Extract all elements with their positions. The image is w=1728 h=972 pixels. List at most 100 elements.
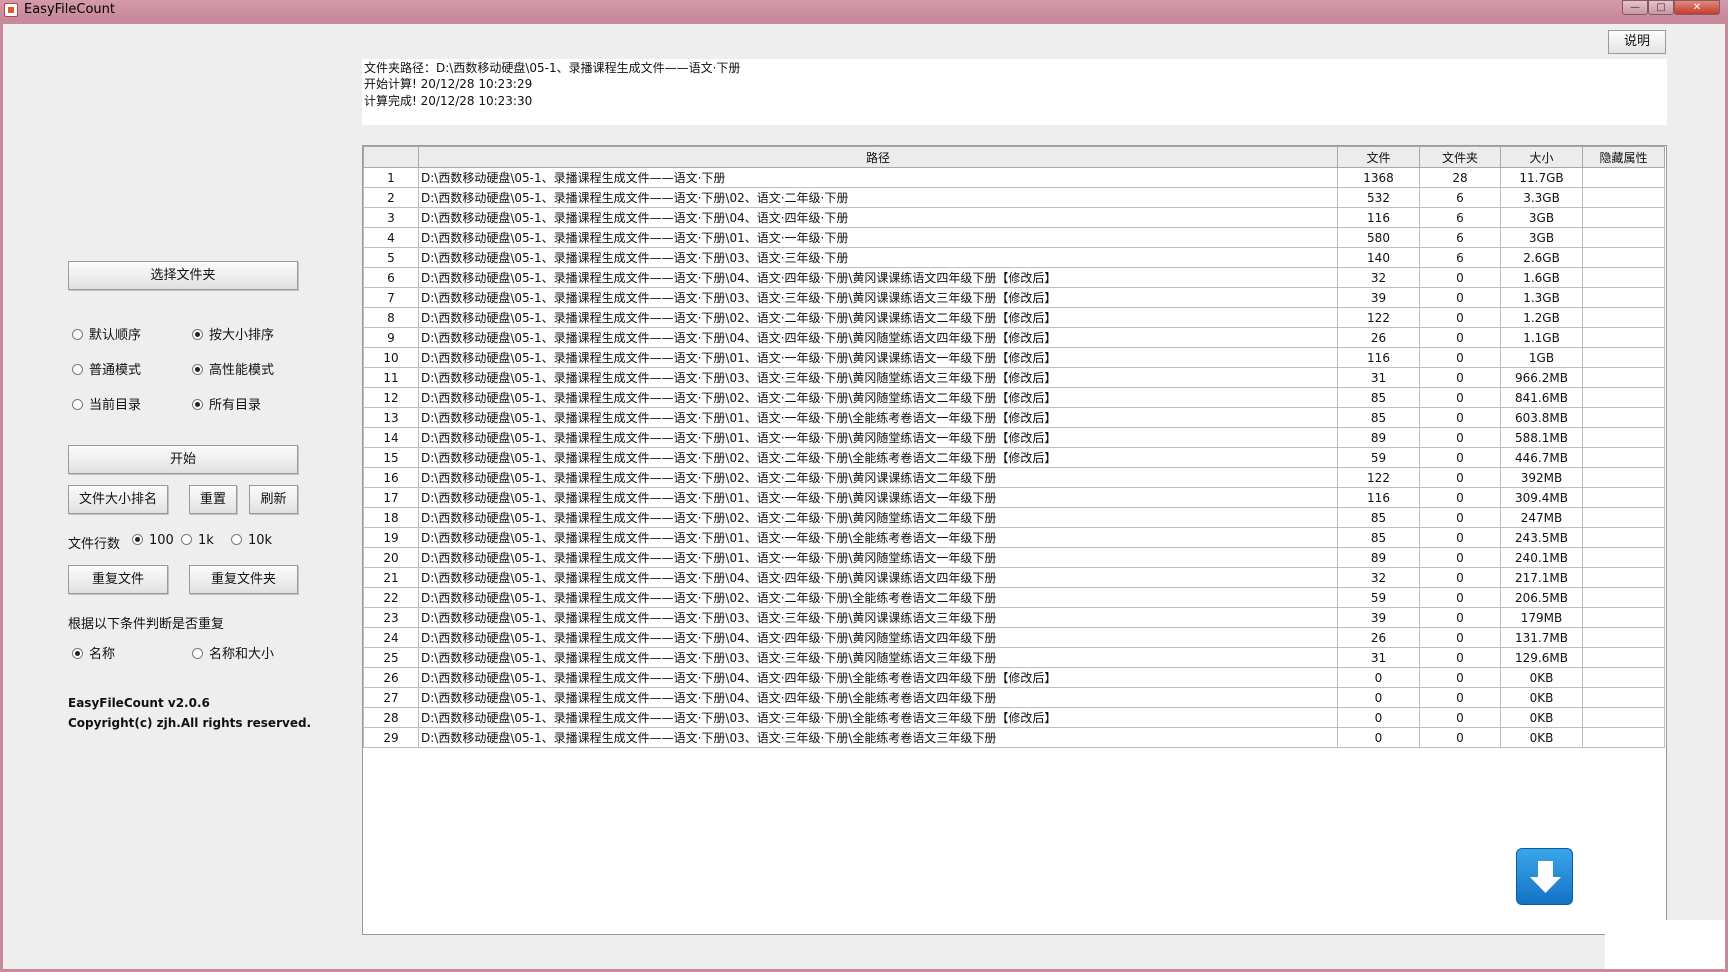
cell-size: 247MB: [1500, 507, 1583, 528]
column-header-hidden[interactable]: 隐藏属性: [1582, 146, 1665, 168]
cell-index: 6: [363, 267, 419, 288]
cell-files: 0: [1337, 667, 1420, 688]
table-row[interactable]: 23 D:\西数移动硬盘\05-1、录播课程生成文件——语文·下册\03、语文·三…: [363, 607, 1665, 628]
table-row[interactable]: 17 D:\西数移动硬盘\05-1、录播课程生成文件——语文·下册\01、语文·一…: [363, 487, 1665, 508]
table-row[interactable]: 18 D:\西数移动硬盘\05-1、录播课程生成文件——语文·下册\02、语文·二…: [363, 507, 1665, 528]
duplicate-files-button[interactable]: 重复文件: [68, 565, 168, 594]
arrow-down-icon[interactable]: [1516, 848, 1573, 905]
cell-path: D:\西数移动硬盘\05-1、录播课程生成文件——语文·下册\01、语文·一年级…: [418, 547, 1338, 568]
table-row[interactable]: 11 D:\西数移动硬盘\05-1、录播课程生成文件——语文·下册\03、语文·三…: [363, 367, 1665, 388]
table-row[interactable]: 22 D:\西数移动硬盘\05-1、录播课程生成文件——语文·下册\02、语文·二…: [363, 587, 1665, 608]
radio-dir-all[interactable]: 所有目录: [192, 397, 261, 415]
table-row[interactable]: 7 D:\西数移动硬盘\05-1、录播课程生成文件——语文·下册\03、语文·三年…: [363, 287, 1665, 308]
cell-path: D:\西数移动硬盘\05-1、录播课程生成文件——语文·下册\03、语文·三年级…: [418, 707, 1338, 728]
table-row[interactable]: 5 D:\西数移动硬盘\05-1、录播课程生成文件——语文·下册\03、语文·三年…: [363, 247, 1665, 268]
table-row[interactable]: 29 D:\西数移动硬盘\05-1、录播课程生成文件——语文·下册\03、语文·三…: [363, 727, 1665, 748]
cell-hidden: [1582, 387, 1665, 408]
cell-hidden: [1582, 687, 1665, 708]
column-header-index[interactable]: [363, 146, 419, 168]
cell-files: 31: [1337, 367, 1420, 388]
cell-files: 59: [1337, 447, 1420, 468]
column-header-size[interactable]: 大小: [1500, 146, 1583, 168]
cell-files: 580: [1337, 227, 1420, 248]
table-row[interactable]: 19 D:\西数移动硬盘\05-1、录播课程生成文件——语文·下册\01、语文·一…: [363, 527, 1665, 548]
cell-files: 85: [1337, 407, 1420, 428]
close-button[interactable]: ✕: [1674, 0, 1720, 15]
cell-files: 59: [1337, 587, 1420, 608]
table-row[interactable]: 2 D:\西数移动硬盘\05-1、录播课程生成文件——语文·下册\02、语文·二年…: [363, 187, 1665, 208]
cell-path: D:\西数移动硬盘\05-1、录播课程生成文件——语文·下册\01、语文·一年级…: [418, 527, 1338, 548]
cell-size: 1.6GB: [1500, 267, 1583, 288]
cell-files: 39: [1337, 607, 1420, 628]
cell-index: 13: [363, 407, 419, 428]
table-row[interactable]: 3 D:\西数移动硬盘\05-1、录播课程生成文件——语文·下册\04、语文·四年…: [363, 207, 1665, 228]
cell-size: 603.8MB: [1500, 407, 1583, 428]
table-row[interactable]: 8 D:\西数移动硬盘\05-1、录播课程生成文件——语文·下册\02、语文·二年…: [363, 307, 1665, 328]
cell-folders: 0: [1419, 407, 1501, 428]
cell-size: 392MB: [1500, 467, 1583, 488]
select-folder-button[interactable]: 选择文件夹: [68, 261, 298, 290]
table-row[interactable]: 16 D:\西数移动硬盘\05-1、录播课程生成文件——语文·下册\02、语文·二…: [363, 467, 1665, 488]
radio-mode-high[interactable]: 高性能模式: [192, 362, 274, 380]
table-row[interactable]: 12 D:\西数移动硬盘\05-1、录播课程生成文件——语文·下册\02、语文·二…: [363, 387, 1665, 408]
cell-folders: 0: [1419, 687, 1501, 708]
cell-files: 39: [1337, 287, 1420, 308]
cell-hidden: [1582, 307, 1665, 328]
table-row[interactable]: 25 D:\西数移动硬盘\05-1、录播课程生成文件——语文·下册\03、语文·三…: [363, 647, 1665, 668]
column-header-folders[interactable]: 文件夹: [1419, 146, 1501, 168]
table-row[interactable]: 20 D:\西数移动硬盘\05-1、录播课程生成文件——语文·下册\01、语文·一…: [363, 547, 1665, 568]
cell-hidden: [1582, 707, 1665, 728]
cell-folders: 0: [1419, 607, 1501, 628]
refresh-button[interactable]: 刷新: [249, 485, 298, 514]
table-row[interactable]: 26 D:\西数移动硬盘\05-1、录播课程生成文件——语文·下册\04、语文·四…: [363, 667, 1665, 688]
radio-criteria-name-size[interactable]: 名称和大小: [192, 646, 274, 664]
radio-criteria-name[interactable]: 名称: [72, 646, 115, 664]
cell-hidden: [1582, 167, 1665, 188]
table-row[interactable]: 24 D:\西数移动硬盘\05-1、录播课程生成文件——语文·下册\04、语文·四…: [363, 627, 1665, 648]
table-row[interactable]: 14 D:\西数移动硬盘\05-1、录播课程生成文件——语文·下册\01、语文·一…: [363, 427, 1665, 448]
radio-label: 普通模式: [89, 363, 142, 378]
cell-hidden: [1582, 507, 1665, 528]
table-row[interactable]: 9 D:\西数移动硬盘\05-1、录播课程生成文件——语文·下册\04、语文·四年…: [363, 327, 1665, 348]
table-row[interactable]: 1 D:\西数移动硬盘\05-1、录播课程生成文件——语文·下册 1368 28 11.…: [363, 167, 1665, 188]
cell-hidden: [1582, 527, 1665, 548]
radio-indicator: [72, 364, 83, 375]
cell-path: D:\西数移动硬盘\05-1、录播课程生成文件——语文·下册\04、语文·四年级…: [418, 267, 1338, 288]
rank-size-button[interactable]: 文件大小排名: [68, 485, 168, 514]
table-row[interactable]: 6 D:\西数移动硬盘\05-1、录播课程生成文件——语文·下册\04、语文·四年…: [363, 267, 1665, 288]
results-table-container[interactable]: 路径 文件 文件夹 大小 隐藏属性 1 D:\西数移动硬盘\05-1、录播课程生成…: [362, 145, 1667, 935]
reset-button[interactable]: 重置: [189, 485, 237, 514]
minimize-button[interactable]: —: [1622, 0, 1648, 15]
cell-files: 116: [1337, 347, 1420, 368]
radio-sort-size[interactable]: 按大小排序: [192, 327, 274, 345]
cell-path: D:\西数移动硬盘\05-1、录播课程生成文件——语文·下册\04、语文·四年级…: [418, 327, 1338, 348]
cell-hidden: [1582, 467, 1665, 488]
duplicate-folders-button[interactable]: 重复文件夹: [189, 565, 298, 594]
table-row[interactable]: 4 D:\西数移动硬盘\05-1、录播课程生成文件——语文·下册\01、语文·一年…: [363, 227, 1665, 248]
radio-label: 1k: [198, 533, 214, 548]
maximize-button[interactable]: □: [1648, 0, 1674, 15]
table-row[interactable]: 28 D:\西数移动硬盘\05-1、录播课程生成文件——语文·下册\03、语文·三…: [363, 707, 1665, 728]
radio-label: 高性能模式: [209, 363, 275, 378]
cell-path: D:\西数移动硬盘\05-1、录播课程生成文件——语文·下册\02、语文·二年级…: [418, 587, 1338, 608]
radio-dir-current[interactable]: 当前目录: [72, 397, 141, 415]
start-button[interactable]: 开始: [68, 445, 298, 474]
table-row[interactable]: 27 D:\西数移动硬盘\05-1、录播课程生成文件——语文·下册\04、语文·四…: [363, 687, 1665, 708]
radio-rows-10k[interactable]: 10k: [231, 532, 272, 550]
cell-index: 18: [363, 507, 419, 528]
column-header-files[interactable]: 文件: [1337, 146, 1420, 168]
cell-index: 23: [363, 607, 419, 628]
cell-path: D:\西数移动硬盘\05-1、录播课程生成文件——语文·下册\01、语文·一年级…: [418, 407, 1338, 428]
table-row[interactable]: 10 D:\西数移动硬盘\05-1、录播课程生成文件——语文·下册\01、语文·一…: [363, 347, 1665, 368]
radio-sort-default[interactable]: 默认顺序: [72, 327, 141, 345]
table-row[interactable]: 15 D:\西数移动硬盘\05-1、录播课程生成文件——语文·下册\02、语文·二…: [363, 447, 1665, 468]
radio-rows-100[interactable]: 100: [132, 532, 174, 550]
help-button[interactable]: 说明: [1608, 30, 1666, 54]
cell-folders: 6: [1419, 207, 1501, 228]
radio-mode-normal[interactable]: 普通模式: [72, 362, 141, 380]
column-header-path[interactable]: 路径: [418, 146, 1338, 168]
table-row[interactable]: 13 D:\西数移动硬盘\05-1、录播课程生成文件——语文·下册\01、语文·一…: [363, 407, 1665, 428]
radio-rows-1k[interactable]: 1k: [181, 532, 214, 550]
table-row[interactable]: 21 D:\西数移动硬盘\05-1、录播课程生成文件——语文·下册\04、语文·四…: [363, 567, 1665, 588]
cell-index: 14: [363, 427, 419, 448]
